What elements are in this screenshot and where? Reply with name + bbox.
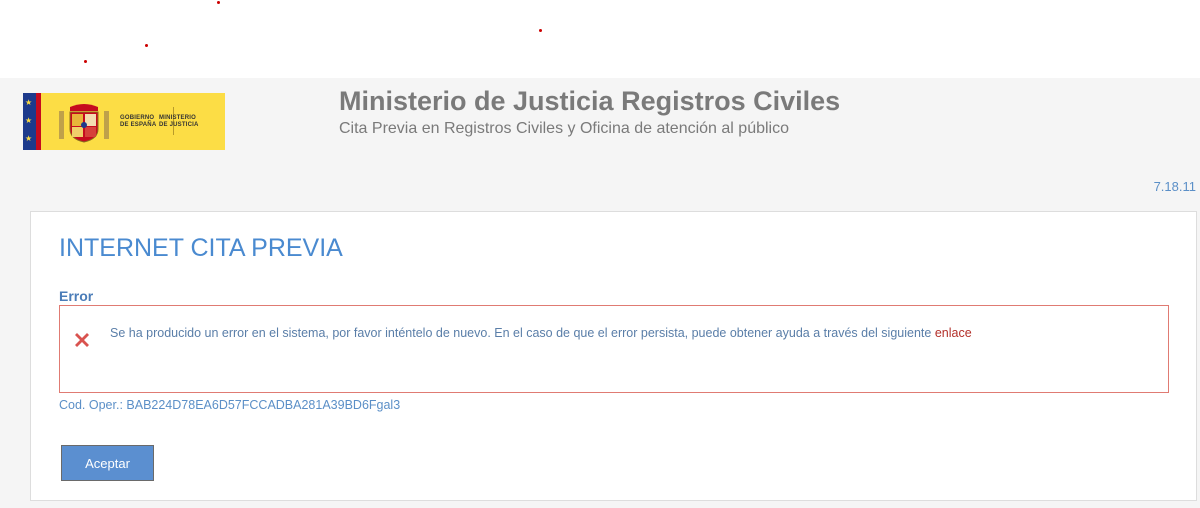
- gobierno-line-2: DE ESPAÑA: [120, 122, 157, 128]
- star-icon: ★: [25, 98, 33, 107]
- operation-code: Cod. Oper.: BAB224D78EA6D57FCCADBA281A39…: [59, 398, 401, 412]
- red-dot: [145, 44, 148, 47]
- error-heading: Error: [59, 288, 94, 304]
- help-link[interactable]: enlace: [935, 326, 972, 340]
- accept-button[interactable]: Aceptar: [61, 445, 154, 481]
- page-title: INTERNET CITA PREVIA: [59, 234, 343, 262]
- top-blank-area: [0, 0, 1200, 78]
- gobierno-espana-logo[interactable]: ★ ★ ★ GOBIERNO DE ESPAÑA MINISTERIO DE J…: [23, 93, 225, 150]
- content-panel: INTERNET CITA PREVIA Error Se ha produci…: [30, 211, 1197, 501]
- ministerio-line-1: MINISTERIO: [159, 115, 197, 121]
- close-x-icon: [75, 333, 89, 347]
- coat-of-arms-icon: [59, 104, 109, 143]
- version-label: 7.18.11: [1153, 179, 1196, 194]
- red-dot: [84, 60, 87, 63]
- red-dot: [217, 1, 220, 4]
- error-message-box: Se ha producido un error en el sistema, …: [59, 305, 1169, 393]
- site-title: Ministerio de Justicia Registros Civiles: [339, 86, 841, 116]
- star-icon: ★: [25, 116, 33, 125]
- error-message: Se ha producido un error en el sistema, …: [110, 326, 972, 340]
- gobierno-line-1: GOBIERNO: [120, 115, 155, 121]
- red-stripe: [36, 93, 41, 150]
- ministerio-line-2: DE JUSTICIA: [159, 122, 199, 128]
- red-dot: [539, 29, 542, 32]
- star-icon: ★: [25, 134, 33, 143]
- site-subtitle: Cita Previa en Registros Civiles y Ofici…: [339, 120, 789, 137]
- error-message-text: Se ha producido un error en el sistema, …: [110, 326, 935, 340]
